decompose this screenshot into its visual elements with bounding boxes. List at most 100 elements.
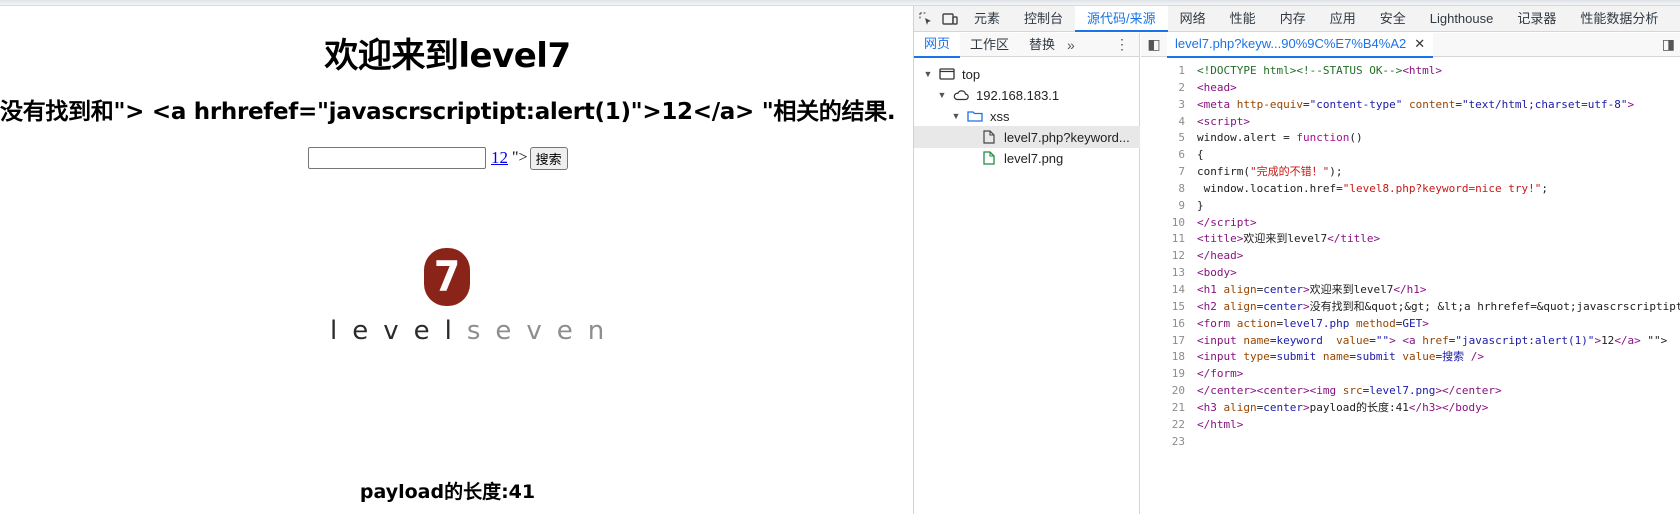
tab-sources[interactable]: 源代码/来源 [1075, 5, 1168, 32]
source-editor: ◧ level7.php?keyw...90%9C%E7%B4%A2 ✕ ◨ 12… [1141, 31, 1680, 514]
code-line: { [1197, 148, 1204, 162]
tab-performance[interactable]: 性能 [1218, 6, 1268, 32]
line-number[interactable]: 22 [1141, 417, 1185, 434]
tree-item-folder[interactable]: ▼ xss [914, 105, 1140, 127]
code-line: <!DOCTYPE html><!--STATUS OK--><html> [1197, 64, 1443, 77]
code-line: <input name=keyword value=""> <a href="j… [1197, 333, 1668, 347]
devtools-panel: 元素 控制台 源代码/来源 网络 性能 内存 应用 安全 Lighthouse … [913, 5, 1680, 514]
code-line: <form action=level7.php method=GET> [1197, 316, 1429, 330]
injected-link[interactable]: 12 [491, 148, 508, 168]
keyword-input[interactable] [308, 147, 486, 169]
code-line: window.location.href="level8.php?keyword… [1197, 181, 1549, 195]
tree-label: level7.php?keyword... [1004, 129, 1130, 145]
line-number[interactable]: 16 [1141, 316, 1185, 333]
image-file-icon [980, 151, 998, 165]
line-number[interactable]: 12 [1141, 248, 1185, 265]
line-number[interactable]: 11 [1141, 231, 1185, 248]
code-line: </form> [1197, 367, 1244, 381]
tab-lighthouse[interactable]: Lighthouse [1418, 6, 1506, 32]
tree-item-top[interactable]: ▼ top [914, 63, 1140, 85]
tab-workspace[interactable]: 工作区 [960, 33, 1019, 57]
line-number[interactable]: 8 [1141, 181, 1185, 198]
code-line: } [1197, 198, 1204, 212]
search-button[interactable]: 搜索 [529, 146, 568, 170]
tab-memory[interactable]: 内存 [1268, 6, 1318, 32]
line-number-gutter: 1 2 3 4 5 6 7 8 9 10 11 12 13 14 15 16 17 18 19 20 21 22 23 [1141, 63, 1185, 450]
editor-file-tab[interactable]: level7.php?keyw...90%9C%E7%B4%A2 ✕ [1167, 31, 1434, 58]
tree-label: top [962, 66, 981, 82]
tree-item-host[interactable]: ▼ 192.168.183.1 [914, 84, 1140, 106]
level7-logo: 7 levelseven [330, 248, 604, 378]
tree-label: level7.png [1004, 150, 1064, 166]
logo-word-level: level [330, 316, 467, 346]
code-line: window.alert = function() [1197, 131, 1363, 145]
line-number[interactable]: 10 [1141, 215, 1185, 232]
line-number[interactable]: 21 [1141, 400, 1185, 417]
tab-performance-insights[interactable]: 性能数据分析 [1568, 6, 1670, 32]
line-number[interactable]: 9 [1141, 198, 1185, 215]
line-number[interactable]: 20 [1141, 383, 1185, 400]
code-line: </script> [1197, 215, 1257, 229]
frame-icon [938, 67, 956, 81]
code-line: <script> [1197, 114, 1250, 128]
code-line: </head> [1197, 249, 1244, 263]
line-number[interactable]: 19 [1141, 366, 1185, 383]
line-number[interactable]: 2 [1141, 80, 1185, 97]
code-line: <h3 align=center>payload的长度:41</h3></bod… [1197, 400, 1489, 414]
devtools-tab-bar: 元素 控制台 源代码/来源 网络 性能 内存 应用 安全 Lighthouse … [914, 5, 1680, 32]
line-number[interactable]: 14 [1141, 282, 1185, 299]
line-number[interactable]: 1 [1141, 63, 1185, 80]
line-number[interactable]: 4 [1141, 114, 1185, 131]
code-line: <h2 align=center>没有找到和&quot;&gt; &lt;a h… [1197, 299, 1680, 313]
expand-arrow-icon[interactable]: ▼ [922, 69, 934, 79]
line-number[interactable]: 23 [1141, 434, 1185, 451]
navigator-tab-bar: 网页 工作区 替换 » ⋮ [914, 31, 1139, 58]
line-number[interactable]: 15 [1141, 299, 1185, 316]
editor-tab-bar: ◧ level7.php?keyw...90%9C%E7%B4%A2 ✕ ◨ [1141, 31, 1680, 58]
line-number[interactable]: 5 [1141, 130, 1185, 147]
inspect-element-icon[interactable] [914, 6, 938, 32]
line-number[interactable]: 18 [1141, 349, 1185, 366]
more-options-icon[interactable]: ⋮ [1115, 36, 1129, 53]
code-view[interactable]: 1 2 3 4 5 6 7 8 9 10 11 12 13 14 15 16 17 18 19 20 21 22 23 <!… [1141, 58, 1680, 514]
code-line: confirm("完成的不错！"); [1197, 165, 1343, 179]
tab-overrides[interactable]: 替换 [1019, 33, 1065, 57]
tab-page[interactable]: 网页 [914, 31, 961, 58]
trailing-quote-text: "> [512, 149, 528, 166]
search-form: 12 "> 搜索 [308, 146, 568, 170]
code-line: </html> [1197, 417, 1244, 431]
search-result-message: 没有找到和"> <a hrhrefef="javascrscriptipt:al… [0, 99, 896, 125]
line-number[interactable]: 13 [1141, 265, 1185, 282]
tab-elements[interactable]: 元素 [962, 6, 1012, 32]
toggle-navigator-icon[interactable]: ◧ [1141, 36, 1167, 53]
tab-security[interactable]: 安全 [1368, 6, 1418, 32]
device-toolbar-icon[interactable] [938, 6, 962, 32]
logo-word-seven: seven [466, 316, 620, 346]
sources-navigator: 网页 工作区 替换 » ⋮ ▼ top ▼ 192.168.183.1 ▼ xs… [914, 31, 1140, 514]
code-line: <input type=submit name=submit value=搜索 … [1197, 350, 1484, 364]
line-number[interactable]: 7 [1141, 164, 1185, 181]
expand-arrow-icon[interactable]: ▼ [950, 111, 962, 121]
tab-recorder[interactable]: 记录器 [1505, 6, 1568, 32]
close-icon[interactable]: ✕ [1414, 36, 1425, 51]
cloud-icon [952, 88, 970, 102]
rendered-page: 欢迎来到level7 没有找到和"> <a hrhrefef="javascrs… [0, 6, 913, 514]
tab-console[interactable]: 控制台 [1012, 6, 1075, 32]
code-line: <head> [1197, 80, 1237, 94]
line-number[interactable]: 17 [1141, 333, 1185, 350]
line-number[interactable]: 3 [1141, 97, 1185, 114]
tree-item-php-file[interactable]: level7.php?keyword... [914, 126, 1140, 148]
tree-item-png-file[interactable]: level7.png [914, 147, 1140, 169]
code-line: </center><center><img src=level7.png></c… [1197, 384, 1502, 398]
tab-network[interactable]: 网络 [1168, 6, 1218, 32]
line-number[interactable]: 6 [1141, 147, 1185, 164]
more-tabs-icon[interactable]: » [1067, 37, 1075, 53]
code-line: <title>欢迎来到level7</title> [1197, 232, 1381, 246]
toggle-debugger-icon[interactable]: ◨ [1662, 36, 1675, 53]
editor-file-tab-label: level7.php?keyw...90%9C%E7%B4%A2 [1175, 35, 1407, 51]
code-line: <body> [1197, 266, 1237, 280]
code-line: <meta http-equiv="content-type" content=… [1197, 97, 1635, 111]
expand-arrow-icon[interactable]: ▼ [936, 90, 948, 100]
tab-application[interactable]: 应用 [1318, 6, 1368, 32]
tree-label: xss [990, 108, 1010, 124]
